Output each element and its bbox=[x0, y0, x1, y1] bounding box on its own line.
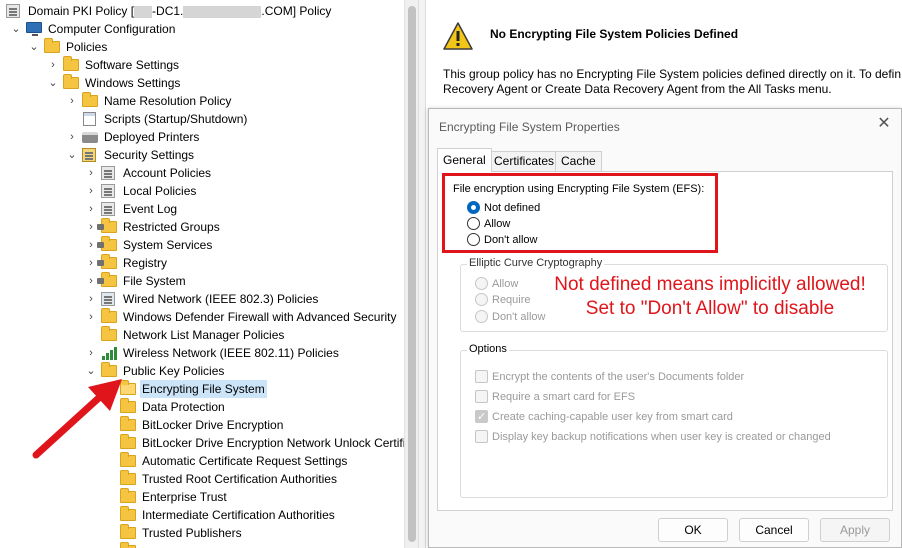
chevron-right-icon[interactable]: › bbox=[85, 344, 97, 362]
radio-button[interactable] bbox=[475, 293, 488, 306]
dialog-title: Encrypting File System Properties bbox=[439, 120, 620, 134]
chevron-down-icon[interactable]: ⌄ bbox=[10, 20, 22, 38]
tab-cache[interactable]: Cache bbox=[555, 151, 602, 171]
ecc-group-caption: Elliptic Curve Cryptography bbox=[467, 257, 605, 269]
chevron-right-icon[interactable]: › bbox=[85, 254, 97, 272]
policy-doc-icon bbox=[6, 4, 22, 18]
policy-doc-icon bbox=[101, 202, 117, 216]
checkbox[interactable] bbox=[475, 370, 488, 383]
details-body-line: Recovery Agent or Create Data Recovery A… bbox=[443, 82, 832, 96]
chevron-right-icon[interactable]: › bbox=[85, 290, 97, 308]
chevron-right-icon[interactable]: › bbox=[85, 272, 97, 290]
folder-icon bbox=[120, 542, 136, 548]
options-groupbox: Options Encrypt the contents of the user… bbox=[460, 343, 888, 498]
firewall-icon bbox=[101, 308, 117, 324]
efs-groupbox: File encryption using Encrypting File Sy… bbox=[451, 183, 707, 246]
details-body: This group policy has no Encrypting File… bbox=[443, 67, 902, 97]
folder-icon bbox=[63, 74, 79, 90]
folder-icon bbox=[120, 506, 136, 522]
computer-icon bbox=[26, 22, 42, 36]
close-icon[interactable]: ✕ bbox=[877, 116, 891, 132]
checkbox[interactable] bbox=[475, 430, 488, 443]
folder-icon bbox=[120, 470, 136, 486]
annotation-line: Set to "Don't Allow" to disable bbox=[585, 298, 835, 319]
radio-button[interactable] bbox=[475, 277, 488, 290]
annotation-text: Not defined means implicitly allowed! Se… bbox=[530, 273, 890, 321]
chevron-right-icon[interactable]: › bbox=[47, 56, 59, 74]
locked-folder-icon bbox=[97, 218, 117, 234]
security-icon bbox=[82, 148, 98, 162]
policy-doc-icon bbox=[101, 166, 117, 180]
script-icon bbox=[82, 112, 98, 126]
tab-certificates[interactable]: Certificates bbox=[488, 151, 561, 171]
pane-divider[interactable] bbox=[418, 0, 426, 548]
tree-scrollbar[interactable] bbox=[404, 0, 418, 548]
locked-folder-icon bbox=[97, 254, 117, 270]
tab-panel-general: File encryption using Encrypting File Sy… bbox=[437, 171, 893, 511]
chevron-right-icon[interactable]: › bbox=[85, 218, 97, 236]
folder-icon bbox=[120, 524, 136, 540]
printer-icon bbox=[82, 130, 98, 144]
annotation-line: Not defined means implicitly allowed! bbox=[554, 274, 866, 295]
chevron-right-icon[interactable]: › bbox=[85, 236, 97, 254]
chevron-down-icon[interactable]: ⌄ bbox=[28, 38, 40, 56]
efs-properties-dialog: Encrypting File System Properties ✕ Gene… bbox=[428, 108, 902, 548]
redacted-block bbox=[134, 5, 153, 18]
radio-button[interactable] bbox=[467, 201, 480, 214]
folder-icon bbox=[44, 38, 60, 54]
options-group-caption: Options bbox=[467, 343, 509, 355]
tab-general[interactable]: General bbox=[437, 148, 492, 172]
radio-button[interactable] bbox=[467, 217, 480, 230]
details-body-line: This group policy has no Encrypting File… bbox=[443, 67, 902, 81]
wireless-signal-icon bbox=[101, 346, 117, 360]
locked-folder-icon bbox=[97, 236, 117, 252]
scrollbar-thumb[interactable] bbox=[408, 6, 416, 542]
checkbox[interactable] bbox=[475, 390, 488, 403]
ok-button[interactable]: OK bbox=[658, 518, 728, 542]
locked-folder-icon bbox=[97, 272, 117, 288]
radio-button[interactable] bbox=[475, 310, 488, 323]
efs-group-caption: File encryption using Encrypting File Sy… bbox=[451, 183, 707, 195]
cancel-button[interactable]: Cancel bbox=[739, 518, 809, 542]
checkbox[interactable] bbox=[475, 409, 488, 425]
chevron-right-icon[interactable]: › bbox=[85, 164, 97, 182]
annotation-arrow bbox=[32, 379, 122, 459]
chevron-right-icon[interactable]: › bbox=[66, 128, 78, 146]
chevron-down-icon[interactable]: ⌄ bbox=[66, 146, 78, 164]
folder-icon bbox=[120, 488, 136, 504]
radio-button[interactable] bbox=[467, 233, 480, 246]
chevron-right-icon[interactable]: › bbox=[85, 200, 97, 218]
chevron-down-icon[interactable]: ⌄ bbox=[47, 74, 59, 92]
chevron-right-icon[interactable]: › bbox=[85, 308, 97, 326]
details-title: No Encrypting File System Policies Defin… bbox=[490, 27, 739, 41]
tree-root-title-prefix: Domain PKI Policy [ bbox=[28, 4, 135, 18]
tree-root-title-mid: -DC1. bbox=[152, 4, 184, 18]
folder-icon bbox=[82, 92, 98, 108]
policy-doc-icon bbox=[101, 184, 117, 198]
redacted-block bbox=[183, 5, 262, 18]
apply-button[interactable]: Apply bbox=[820, 518, 890, 542]
network-icon bbox=[101, 292, 117, 306]
folder-icon bbox=[101, 326, 117, 342]
tree-root-title-suffix: .COM] Policy bbox=[261, 4, 332, 18]
chevron-right-icon[interactable]: › bbox=[66, 92, 78, 110]
tree-pane: Domain PKI Policy [-DC1. .COM] Policy ⌄ C… bbox=[0, 0, 404, 548]
warning-icon bbox=[443, 22, 473, 50]
folder-icon bbox=[63, 56, 79, 72]
chevron-right-icon[interactable]: › bbox=[85, 182, 97, 200]
